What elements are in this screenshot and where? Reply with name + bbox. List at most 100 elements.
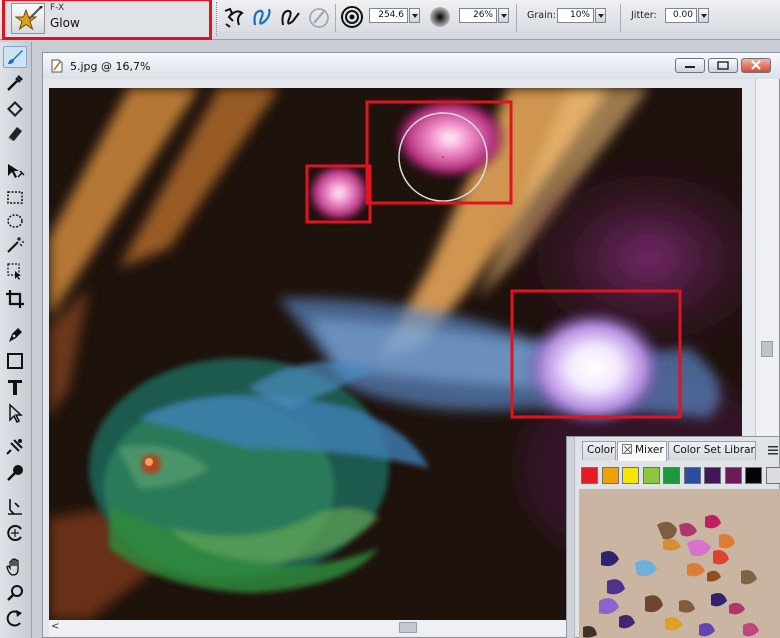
jitter-slider-dropdown[interactable]	[698, 8, 709, 23]
cloner-tool[interactable]	[3, 436, 27, 458]
brush-selector[interactable]: F-X Glow	[2, 0, 212, 40]
rotate-page-tool[interactable]	[3, 608, 27, 630]
tab-label: Color Set Libraries	[673, 444, 755, 456]
rectangular-selection-icon	[7, 191, 23, 204]
tab-mixer[interactable]: Mixer	[617, 441, 667, 461]
magic-wand-tool[interactable]	[3, 234, 27, 256]
panel-grip[interactable]	[567, 437, 575, 638]
color-swatch[interactable]	[704, 467, 721, 484]
oval-selection-icon	[7, 214, 23, 228]
layer-adjuster-icon	[8, 164, 25, 178]
magic-wand-icon	[7, 237, 24, 253]
grabber-hand-tool[interactable]	[3, 556, 27, 578]
size-slider-dropdown[interactable]	[409, 8, 420, 23]
blend-icon	[8, 499, 22, 515]
layer-adjuster-tool[interactable]	[3, 160, 27, 182]
restore-button[interactable]	[708, 58, 738, 73]
color-swatch[interactable]	[765, 467, 780, 484]
opacity-icon	[430, 7, 450, 27]
text-icon	[8, 380, 22, 395]
brush-size-icon	[341, 6, 363, 28]
minimize-button[interactable]	[675, 58, 705, 73]
eraser-tool[interactable]	[3, 122, 27, 144]
crop-icon	[6, 290, 24, 308]
paint-bucket-tool[interactable]	[3, 98, 27, 120]
blend-tool[interactable]	[3, 496, 27, 518]
property-bar: F-X Glow 254.6 26% Grain: 10% Jitter: 0.…	[0, 0, 780, 40]
brush-ghost-icon[interactable]	[307, 5, 331, 29]
opacity-slider-dropdown[interactable]	[498, 8, 509, 23]
document-title: 5.jpg @ 16,7%	[70, 60, 151, 73]
panel-menu-icon[interactable]	[767, 444, 779, 456]
fx-star-icon	[15, 6, 43, 31]
crop-tool[interactable]	[3, 288, 27, 310]
dropper-tool[interactable]	[3, 72, 27, 94]
document-icon	[51, 59, 63, 73]
horizontal-scrollbar[interactable]: <	[49, 620, 569, 636]
rotate-page-icon	[6, 610, 22, 627]
color-swatch[interactable]	[601, 467, 619, 484]
brush-category-thumbnail[interactable]	[11, 3, 45, 34]
oval-selection-tool[interactable]	[3, 210, 27, 232]
color-swatch[interactable]	[581, 467, 598, 484]
tab-close-icon[interactable]	[622, 444, 632, 454]
opacity-field[interactable]: 26%	[459, 8, 497, 23]
jitter-label: Jitter:	[631, 10, 657, 21]
restore-icon	[717, 61, 729, 70]
dodge-tool[interactable]	[3, 462, 27, 484]
shape-selection-tool[interactable]	[3, 402, 27, 424]
color-swatch[interactable]	[683, 467, 701, 484]
brush-category-label: F-X	[50, 3, 65, 13]
separator	[516, 4, 517, 32]
color-swatch[interactable]	[745, 467, 762, 484]
text-tool[interactable]	[3, 376, 27, 398]
color-swatch[interactable]	[622, 467, 639, 484]
close-icon	[751, 60, 761, 70]
minimize-icon	[685, 66, 695, 68]
eraser-icon	[8, 127, 22, 141]
size-field[interactable]: 254.6	[369, 8, 408, 23]
color-swatch[interactable]	[724, 467, 742, 484]
grain-slider-dropdown[interactable]	[595, 8, 606, 23]
horizontal-scroll-thumb[interactable]	[399, 622, 417, 633]
dodge-icon	[7, 465, 23, 481]
painter-window: F-X Glow 254.6 26% Grain: 10% Jitter: 0.…	[0, 0, 780, 638]
rectangular-selection-tool[interactable]	[3, 186, 27, 208]
jitter-field[interactable]: 0.00	[665, 8, 697, 23]
pen-tool[interactable]	[3, 324, 27, 346]
stroke-attributes-icon[interactable]	[222, 5, 246, 29]
document-title-bar[interactable]: 5.jpg @ 16,7%	[43, 53, 780, 79]
color-swatch[interactable]	[642, 467, 660, 484]
close-button[interactable]	[741, 58, 771, 73]
mixer-swatches	[579, 467, 780, 487]
grain-label: Grain:	[527, 10, 556, 21]
separator	[620, 4, 621, 32]
transform-icon	[7, 263, 21, 280]
rectangle-shape-tool[interactable]	[3, 350, 27, 372]
brush-variant-label: Glow	[50, 16, 80, 30]
magnifier-tool[interactable]	[3, 582, 27, 604]
tab-color-set-libraries[interactable]: Color Set Libraries	[668, 441, 756, 460]
tab-color[interactable]: Color	[582, 441, 616, 460]
mixer-panel: Color Mixer Color Set Libraries	[566, 436, 780, 638]
rectangle-shape-icon	[7, 353, 23, 369]
straight-line-stroke-icon[interactable]	[279, 5, 303, 29]
pen-icon	[9, 328, 22, 342]
vertical-scroll-thumb[interactable]	[761, 341, 773, 357]
grain-field[interactable]: 10%	[557, 8, 594, 23]
brush-tool-icon	[8, 50, 23, 64]
dropper-icon	[7, 75, 23, 91]
mixer-paint-blobs	[583, 515, 759, 638]
warp-icon	[7, 525, 22, 541]
scroll-left-arrow-icon[interactable]: <	[51, 621, 59, 632]
brush-tool[interactable]	[3, 46, 27, 68]
toolbar-grip[interactable]	[216, 2, 220, 36]
warp-tool[interactable]	[3, 522, 27, 544]
grabber-hand-icon	[6, 558, 19, 576]
freehand-stroke-icon[interactable]	[251, 5, 275, 29]
color-swatch[interactable]	[663, 467, 680, 484]
tab-label: Mixer	[635, 444, 664, 456]
separator	[335, 4, 336, 32]
mixer-pad[interactable]	[579, 489, 780, 638]
transform-tool[interactable]	[3, 260, 27, 282]
